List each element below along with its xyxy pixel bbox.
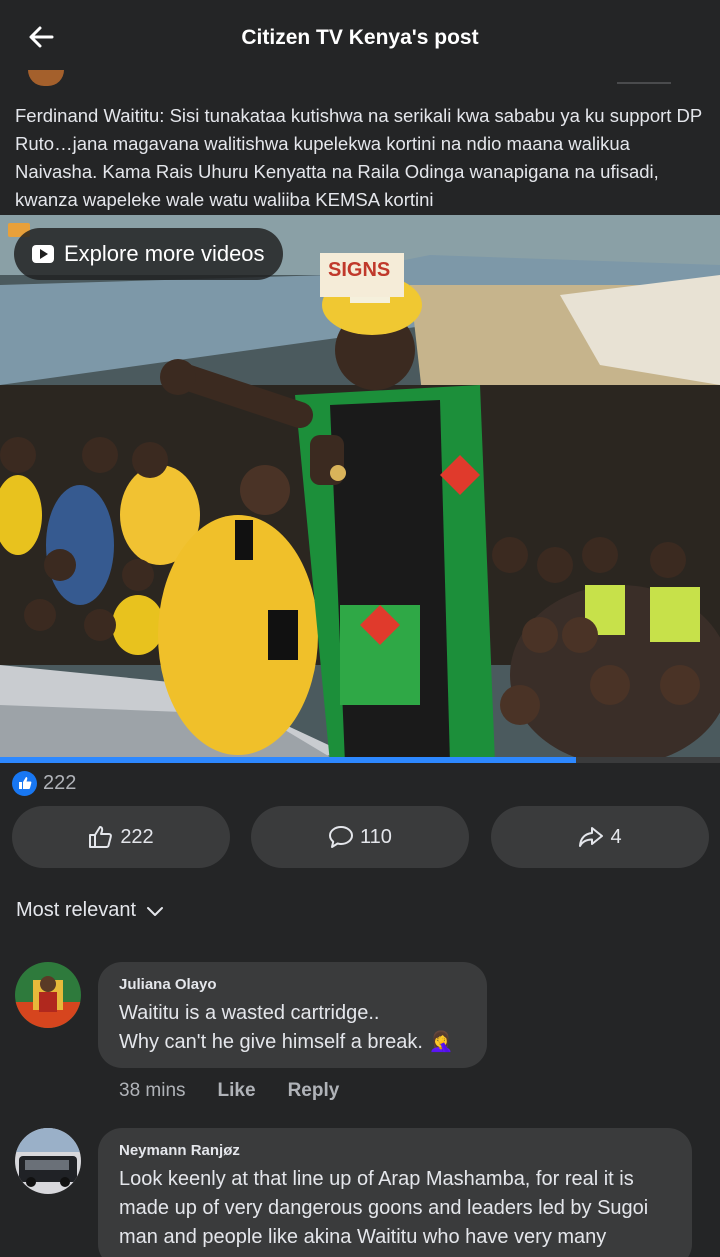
page-title: Citizen TV Kenya's post [241, 26, 479, 49]
reactions-summary[interactable]: 222 [12, 770, 76, 796]
comment-reply-button[interactable]: Reply [288, 1080, 340, 1102]
like-count: 222 [120, 825, 154, 848]
explore-more-videos-button[interactable]: Explore more videos [14, 228, 283, 280]
like-button[interactable]: 222 [12, 806, 230, 868]
comment-text-line: Why can't he give himself a break. 🤦‍♀️ [119, 1031, 454, 1053]
comment-bubble[interactable]: Neymann Ranjøz Look keenly at that line … [98, 1128, 692, 1257]
play-icon [32, 245, 54, 263]
video-progress-fill [0, 757, 576, 763]
comment-count: 110 [360, 825, 392, 848]
comment-button[interactable]: 110 [251, 806, 469, 868]
comment-sort-dropdown[interactable]: Most relevant [16, 899, 164, 922]
comment-bubble[interactable]: Juliana Olayo Waititu is a wasted cartri… [98, 962, 487, 1068]
thumbs-up-icon [89, 826, 113, 848]
video-progress-bar[interactable] [0, 757, 720, 763]
facepalm-emoji: 🤦‍♀️ [428, 1031, 454, 1053]
comment-like-button[interactable]: Like [218, 1080, 256, 1102]
video-sign-text: SIGNS [328, 259, 391, 281]
share-icon [579, 827, 604, 847]
reaction-count: 222 [43, 771, 77, 794]
video-frame [0, 215, 720, 763]
comment-icon [329, 826, 354, 848]
comment-timestamp: 38 mins [119, 1080, 186, 1101]
chevron-down-icon [147, 906, 164, 916]
divider [617, 82, 671, 84]
explore-more-videos-label: Explore more videos [64, 241, 265, 266]
page-avatar[interactable] [28, 70, 64, 86]
post-text: Ferdinand Waititu: Sisi tunakataa kutish… [15, 105, 702, 210]
share-button[interactable]: 4 [491, 806, 709, 868]
sort-label: Most relevant [16, 899, 137, 921]
avatar[interactable] [15, 962, 81, 1028]
share-count: 4 [610, 825, 622, 848]
comment-author[interactable]: Juliana Olayo [119, 976, 467, 993]
avatar[interactable] [15, 1128, 81, 1194]
comment-meta: 38 mins Like Reply [119, 1080, 339, 1102]
top-bar: Citizen TV Kenya's post [0, 0, 720, 86]
comment-text-line: Waititu is a wasted cartridge.. [119, 1002, 380, 1024]
comment-author[interactable]: Neymann Ranjøz [119, 1142, 672, 1159]
comment-text: Look keenly at that line up of Arap Mash… [119, 1168, 649, 1248]
like-icon [12, 770, 37, 796]
video-player[interactable]: SIGNS [0, 215, 720, 763]
